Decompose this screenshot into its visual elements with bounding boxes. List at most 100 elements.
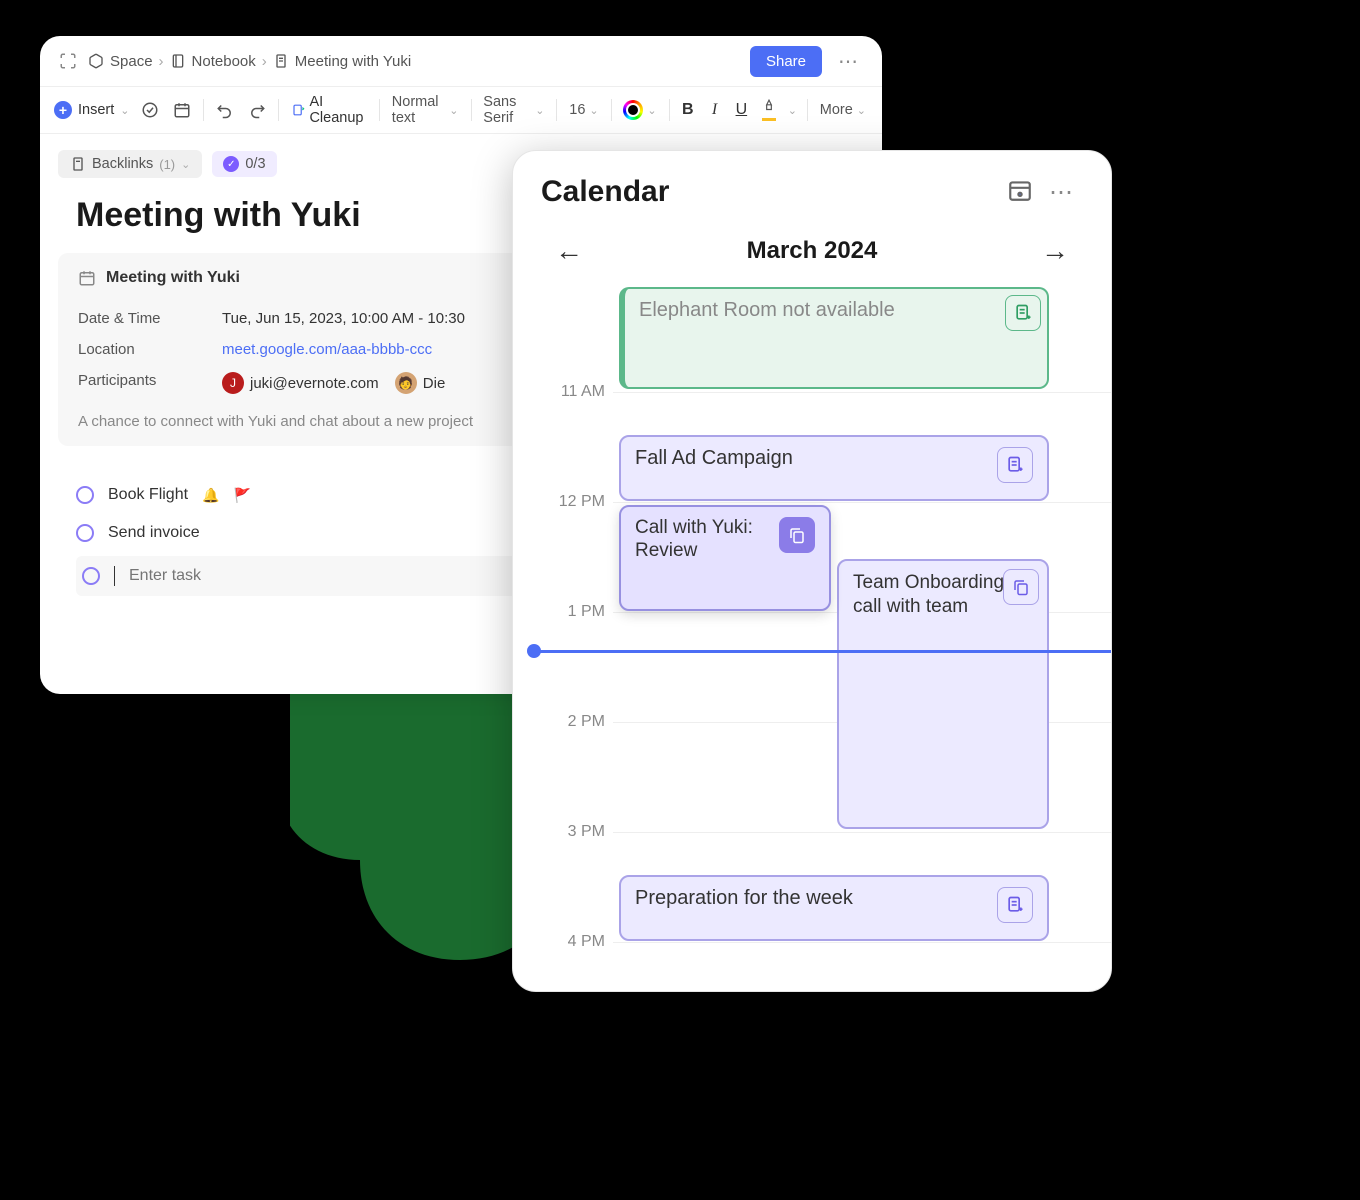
- calendar-picker-icon[interactable]: [999, 177, 1041, 208]
- participants-label: Participants: [78, 372, 222, 394]
- highlight-button[interactable]: [760, 97, 778, 123]
- meeting-title: Meeting with Yuki: [106, 269, 240, 287]
- chevron-down-icon: ⌄: [589, 104, 598, 117]
- more-formatting-dropdown[interactable]: More ⌄: [818, 100, 868, 120]
- text-cursor: [114, 566, 115, 586]
- ai-cleanup-label: AI Cleanup: [309, 94, 367, 126]
- breadcrumb-separator: ›: [262, 53, 267, 70]
- current-time-dot: [527, 644, 541, 658]
- breadcrumb-notebook-label: Notebook: [192, 53, 256, 70]
- participant[interactable]: J juki@evernote.com: [222, 372, 379, 394]
- share-button[interactable]: Share: [750, 46, 822, 77]
- time-label: 12 PM: [559, 493, 605, 511]
- linked-note-icon[interactable]: [779, 517, 815, 553]
- underline-button[interactable]: U: [733, 101, 750, 119]
- add-note-icon[interactable]: [1005, 295, 1041, 331]
- backlinks-badge[interactable]: Backlinks (1) ⌄: [58, 150, 202, 178]
- chevron-down-icon: ⌄: [120, 104, 129, 117]
- chevron-down-icon: ⌄: [535, 104, 544, 117]
- task-label: Send invoice: [108, 524, 200, 542]
- chevron-down-icon: ⌄: [449, 104, 458, 117]
- font-family-dropdown[interactable]: Sans Serif ⌄: [481, 92, 546, 128]
- calendar-title: Calendar: [541, 175, 999, 209]
- font-size-dropdown[interactable]: 16 ⌄: [567, 100, 600, 120]
- task-checkbox[interactable]: [76, 524, 94, 542]
- next-month-button[interactable]: →: [1037, 231, 1073, 271]
- text-color-picker[interactable]: ⌄: [621, 98, 658, 122]
- redo-icon[interactable]: [246, 99, 268, 121]
- breadcrumb-page-label: Meeting with Yuki: [295, 53, 411, 70]
- prev-month-button[interactable]: ←: [551, 231, 587, 271]
- progress-label: 0/3: [245, 156, 265, 172]
- calendar-event-prep[interactable]: Preparation for the week: [619, 875, 1049, 941]
- chevron-down-icon: ⌄: [857, 104, 866, 117]
- font-size-label: 16: [569, 102, 585, 118]
- datetime-label: Date & Time: [78, 310, 222, 327]
- chevron-down-icon: ⌄: [181, 158, 190, 171]
- event-title: Fall Ad Campaign: [635, 447, 989, 470]
- more-menu-icon[interactable]: ⋯: [830, 49, 866, 74]
- calendar-more-icon[interactable]: ⋯: [1041, 178, 1083, 207]
- calendar-nav: ← March 2024 →: [513, 219, 1111, 287]
- breadcrumb: Space › Notebook › Meeting with Yuki: [88, 53, 742, 70]
- calendar-month-label: March 2024: [747, 237, 878, 265]
- backlinks-label: Backlinks: [92, 156, 153, 172]
- ai-cleanup-button[interactable]: AI Cleanup: [289, 92, 369, 128]
- text-style-dropdown[interactable]: Normal text ⌄: [390, 92, 461, 128]
- task-checkbox[interactable]: [82, 567, 100, 585]
- flag-icon: 🚩: [233, 487, 250, 504]
- current-time-line: [533, 650, 1111, 653]
- breadcrumb-notebook[interactable]: Notebook: [170, 53, 256, 70]
- backlinks-count: (1): [159, 157, 175, 172]
- chevron-down-icon: ⌄: [647, 104, 656, 117]
- expand-icon[interactable]: [56, 49, 80, 73]
- reminder-icon: 🔔: [202, 487, 219, 504]
- plus-icon: +: [54, 101, 72, 119]
- calendar-grid[interactable]: 11 AM 12 PM 1 PM 2 PM 3 PM 4 PM Elephant…: [513, 287, 1111, 987]
- chevron-down-icon: ⌄: [788, 104, 797, 117]
- insert-button[interactable]: + Insert ⌄: [54, 101, 129, 119]
- calendar-event-call-yuki[interactable]: Call with Yuki: Review: [619, 505, 831, 611]
- breadcrumb-page[interactable]: Meeting with Yuki: [273, 53, 411, 70]
- participants-list: J juki@evernote.com 🧑 Die: [222, 372, 457, 394]
- editor-toolbar: + Insert ⌄ AI Cleanup Normal text ⌄ San: [40, 86, 882, 134]
- add-note-icon[interactable]: [997, 887, 1033, 923]
- participant-email: juki@evernote.com: [250, 375, 379, 392]
- undo-icon[interactable]: [214, 99, 236, 121]
- task-checkbox[interactable]: [76, 486, 94, 504]
- time-label: 3 PM: [568, 823, 605, 841]
- calendar-panel: Calendar ⋯ ← March 2024 → 11 AM 12 PM 1 …: [512, 150, 1112, 992]
- breadcrumb-bar: Space › Notebook › Meeting with Yuki Sha…: [40, 36, 882, 86]
- calendar-icon[interactable]: [171, 99, 193, 121]
- breadcrumb-space-label: Space: [110, 53, 153, 70]
- calendar-event-elephant[interactable]: Elephant Room not available: [619, 287, 1049, 389]
- event-title: Preparation for the week: [635, 887, 989, 910]
- italic-button[interactable]: I: [706, 101, 723, 119]
- location-link[interactable]: meet.google.com/aaa-bbbb-ccc: [222, 341, 432, 358]
- calendar-event-fall-ad[interactable]: Fall Ad Campaign: [619, 435, 1049, 501]
- location-label: Location: [78, 341, 222, 358]
- linked-note-icon[interactable]: [1003, 569, 1039, 605]
- breadcrumb-separator: ›: [159, 53, 164, 70]
- time-label: 1 PM: [568, 603, 605, 621]
- task-progress-badge[interactable]: ✓ 0/3: [212, 151, 276, 177]
- avatar: 🧑: [395, 372, 417, 394]
- event-title: Elephant Room not available: [639, 299, 1033, 322]
- avatar: J: [222, 372, 244, 394]
- more-label: More: [820, 102, 853, 118]
- participant-email: Die: [423, 375, 446, 392]
- check-icon: ✓: [223, 156, 239, 172]
- add-note-icon[interactable]: [997, 447, 1033, 483]
- bold-button[interactable]: B: [679, 101, 696, 119]
- participant[interactable]: 🧑 Die: [395, 372, 446, 394]
- text-style-label: Normal text: [392, 94, 446, 126]
- insert-label: Insert: [78, 102, 114, 118]
- time-label: 4 PM: [568, 933, 605, 951]
- event-title: Call with Yuki: Review: [635, 517, 771, 563]
- breadcrumb-space[interactable]: Space: [88, 53, 153, 70]
- datetime-value: Tue, Jun 15, 2023, 10:00 AM - 10:30: [222, 310, 465, 327]
- checklist-icon[interactable]: [139, 99, 161, 121]
- font-family-label: Sans Serif: [483, 94, 531, 126]
- color-wheel-icon: [623, 100, 643, 120]
- calendar-event-onboarding[interactable]: Team Onboarding call with team: [837, 559, 1049, 829]
